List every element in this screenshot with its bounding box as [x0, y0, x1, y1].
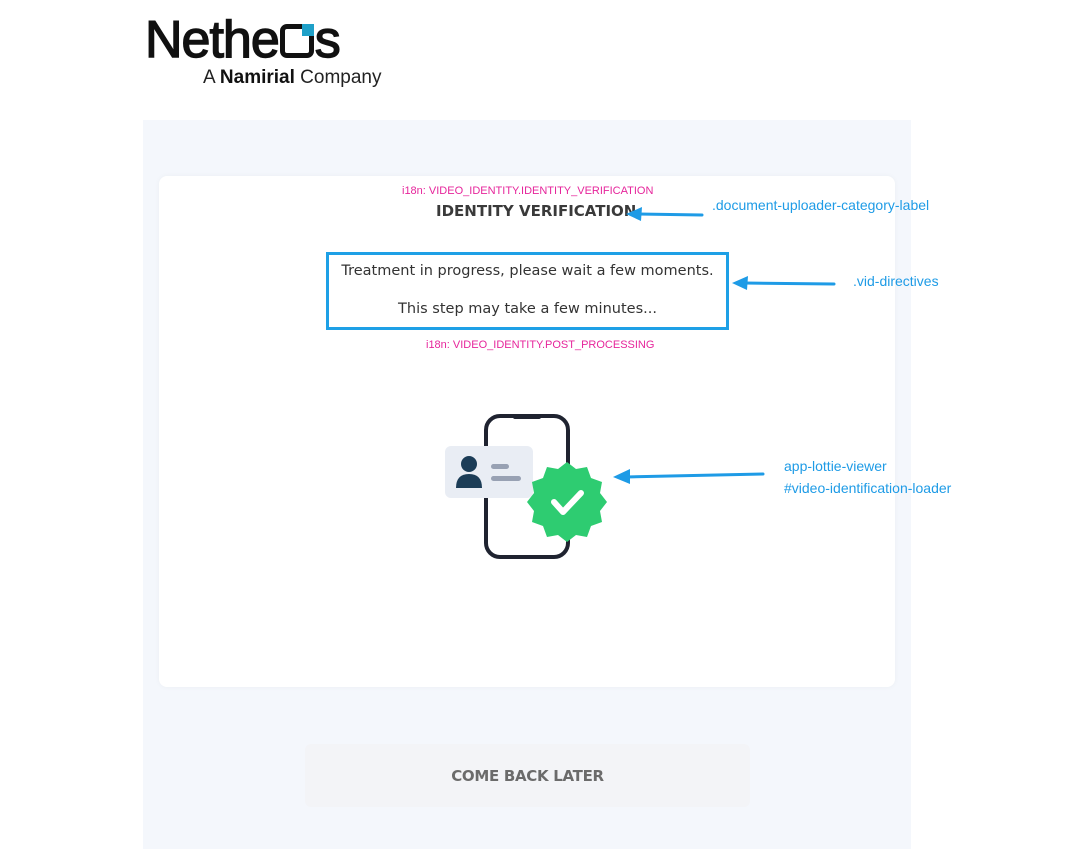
logo-square-o-icon — [279, 24, 314, 58]
phone-id-verified-icon — [445, 414, 607, 559]
logo-wordmark: Nethe s — [144, 11, 341, 69]
annotation-loader-selector-1: app-lottie-viewer — [784, 458, 887, 474]
annotation-arrow-directives — [732, 276, 836, 290]
document-uploader-category-label: IDENTITY VERIFICATION — [436, 202, 637, 220]
annotation-directives-selector: .vid-directives — [853, 273, 939, 289]
i18n-key-title: i18n: VIDEO_IDENTITY.IDENTITY_VERIFICATI… — [402, 185, 654, 197]
directive-line-2: This step may take a few minutes... — [398, 301, 657, 317]
netheos-logo: Nethe s A Namirial Company — [144, 11, 385, 92]
page: Nethe s A Namirial Company i18n: VIDEO_ID… — [0, 0, 1065, 862]
come-back-later-button[interactable]: COME BACK LATER — [305, 744, 750, 807]
annotation-arrow-loader — [613, 469, 765, 484]
logo-tagline: A Namirial Company — [203, 67, 382, 88]
annotation-arrow-label — [626, 207, 704, 221]
video-identification-loader — [440, 410, 615, 565]
annotation-loader-selector-2: #video-identification-loader — [784, 480, 952, 496]
annotation-label-selector: .document-uploader-category-label — [712, 197, 930, 213]
i18n-key-post-processing: i18n: VIDEO_IDENTITY.POST_PROCESSING — [426, 339, 655, 351]
directive-line-1: Treatment in progress, please wait a few… — [341, 263, 714, 279]
vid-directives: Treatment in progress, please wait a few… — [326, 252, 729, 330]
